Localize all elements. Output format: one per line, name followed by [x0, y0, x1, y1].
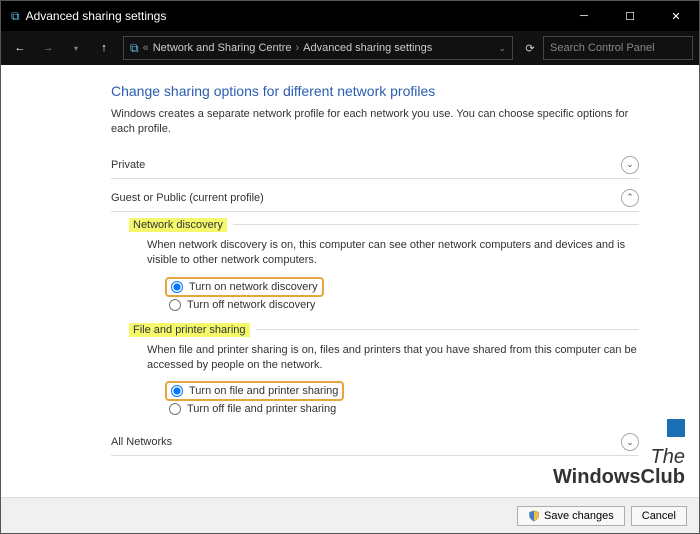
chevron-up-icon[interactable]: ⌃	[621, 189, 639, 207]
radio-netdisc-off[interactable]: Turn off network discovery	[165, 297, 639, 313]
cancel-button[interactable]: Cancel	[631, 506, 687, 526]
maximize-button[interactable]: ☐	[607, 1, 653, 31]
radio-input[interactable]	[169, 299, 181, 311]
radio-input[interactable]	[169, 403, 181, 415]
section-guest-label: Guest or Public (current profile)	[111, 192, 621, 204]
radio-label: Turn off file and printer sharing	[187, 403, 336, 415]
titlebar: ⧉ Advanced sharing settings ─ ☐ ✕	[1, 1, 699, 31]
address-dropdown-icon[interactable]: ⌄	[498, 43, 506, 54]
watermark-line1: The	[553, 447, 685, 467]
minimize-button[interactable]: ─	[561, 1, 607, 31]
search-input[interactable]: Search Control Panel	[543, 36, 693, 60]
watermark-line2: WindowsClub	[553, 467, 685, 487]
breadcrumb-1[interactable]: Network and Sharing Centre	[153, 42, 292, 54]
button-bar: Save changes Cancel	[1, 497, 699, 533]
network-discovery-group: Network discovery When network discovery…	[129, 218, 639, 313]
window: ⧉ Advanced sharing settings ─ ☐ ✕ ← → ▾ …	[0, 0, 700, 534]
watermark-square-icon	[667, 419, 685, 437]
recent-dropdown[interactable]: ▾	[63, 35, 89, 61]
radio-label: Turn on network discovery	[189, 281, 318, 293]
chevron-right-icon: ›	[296, 42, 300, 54]
network-discovery-heading: Network discovery	[129, 218, 227, 232]
forward-button[interactable]: →	[35, 35, 61, 61]
section-guest-public[interactable]: Guest or Public (current profile) ⌃	[111, 183, 639, 212]
radio-input[interactable]	[171, 281, 183, 293]
breadcrumb-2[interactable]: Advanced sharing settings	[303, 42, 432, 54]
search-placeholder: Search Control Panel	[550, 42, 655, 54]
page-description: Windows creates a separate network profi…	[111, 107, 639, 138]
section-private[interactable]: Private ⌄	[111, 150, 639, 179]
up-button[interactable]: ↑	[91, 35, 117, 61]
file-printer-desc: When file and printer sharing is on, fil…	[147, 343, 639, 374]
chevron-down-icon[interactable]: ⌄	[621, 156, 639, 174]
navbar: ← → ▾ ↑ ⧉ « Network and Sharing Centre ›…	[1, 31, 699, 65]
radio-fileprint-on[interactable]: Turn on file and printer sharing	[165, 381, 344, 401]
save-label: Save changes	[544, 510, 614, 522]
breadcrumb-sep: «	[143, 42, 149, 54]
radio-label: Turn off network discovery	[187, 299, 315, 311]
window-title: Advanced sharing settings	[26, 9, 561, 23]
close-button[interactable]: ✕	[653, 1, 699, 31]
content-area: Change sharing options for different net…	[1, 65, 699, 533]
save-changes-button[interactable]: Save changes	[517, 506, 625, 526]
section-all-label: All Networks	[111, 436, 621, 448]
network-discovery-desc: When network discovery is on, this compu…	[147, 238, 639, 269]
radio-input[interactable]	[171, 385, 183, 397]
watermark: The WindowsClub	[553, 447, 685, 487]
radio-netdisc-on[interactable]: Turn on network discovery	[165, 277, 324, 297]
page-title: Change sharing options for different net…	[111, 83, 639, 99]
location-icon: ⧉	[130, 41, 139, 56]
shield-icon	[528, 510, 540, 522]
file-printer-sharing-group: File and printer sharing When file and p…	[129, 323, 639, 418]
refresh-button[interactable]: ⟳	[519, 42, 541, 55]
back-button[interactable]: ←	[7, 35, 33, 61]
section-private-label: Private	[111, 159, 621, 171]
radio-fileprint-off[interactable]: Turn off file and printer sharing	[165, 401, 639, 417]
address-bar[interactable]: ⧉ « Network and Sharing Centre › Advance…	[123, 36, 513, 60]
app-icon: ⧉	[11, 9, 20, 24]
radio-label: Turn on file and printer sharing	[189, 385, 338, 397]
file-printer-heading: File and printer sharing	[129, 323, 250, 337]
cancel-label: Cancel	[642, 510, 676, 522]
